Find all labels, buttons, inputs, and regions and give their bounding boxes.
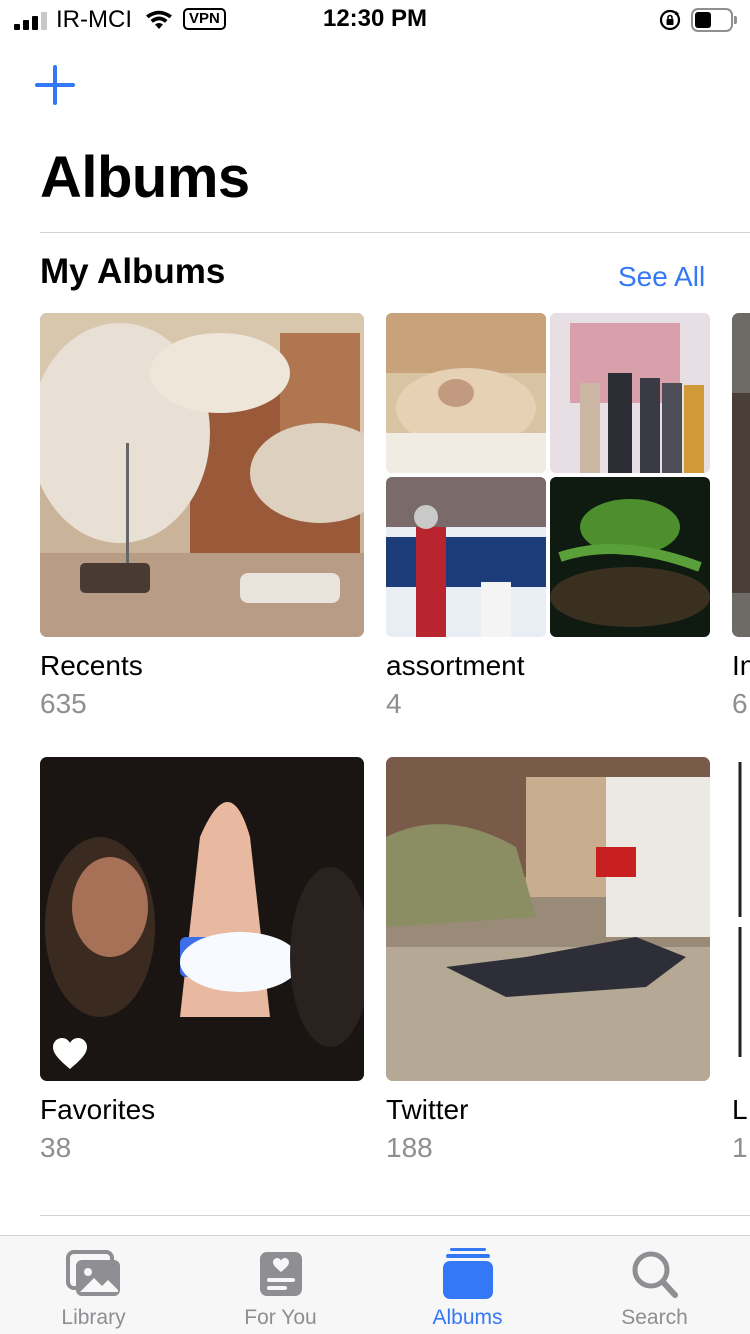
album-partial[interactable]: In 6 xyxy=(732,313,750,721)
album-count: 1 xyxy=(732,1132,748,1163)
album-assortment[interactable]: assortment 4 xyxy=(386,313,710,721)
album-thumbnail xyxy=(732,313,750,637)
orientation-lock-icon xyxy=(659,9,681,31)
album-favorites[interactable]: Favorites 38 xyxy=(40,757,364,1165)
album-count: 635 xyxy=(40,688,87,719)
album-thumbnail-grid xyxy=(386,313,710,637)
album-thumbnail xyxy=(732,757,750,1081)
plus-icon[interactable] xyxy=(32,62,78,108)
divider xyxy=(40,232,750,233)
album-name: In xyxy=(732,650,750,681)
page-title: Albums xyxy=(40,145,250,210)
section-title: My Albums xyxy=(40,252,226,291)
search-icon xyxy=(632,1251,678,1298)
thumbnail-cell xyxy=(550,313,710,473)
album-thumbnail xyxy=(40,313,364,637)
tab-label: For You xyxy=(244,1306,317,1329)
tab-bar: Library For You Albums Search xyxy=(0,1235,750,1334)
album-partial[interactable]: L 1 xyxy=(732,757,750,1165)
tab-label: Library xyxy=(61,1306,126,1329)
album-thumbnail xyxy=(40,757,364,1081)
status-time: 12:30 PM xyxy=(322,5,428,32)
tab-search[interactable]: Search xyxy=(561,1236,748,1334)
album-name: Favorites xyxy=(40,1094,156,1125)
album-count: 4 xyxy=(386,688,402,719)
album-name: L xyxy=(732,1094,748,1125)
battery-icon xyxy=(691,8,737,32)
thumbnail-cell xyxy=(386,313,546,473)
album-count: 6 xyxy=(732,688,748,719)
tab-library[interactable]: Library xyxy=(0,1236,187,1334)
divider xyxy=(40,1215,750,1216)
tab-label: Albums xyxy=(432,1306,503,1329)
status-bar: IR-MCI VPN 12:30 PM xyxy=(0,0,750,40)
see-all-button[interactable]: See All xyxy=(618,261,705,293)
album-name: Twitter xyxy=(386,1094,469,1125)
album-twitter[interactable]: Twitter 188 xyxy=(386,757,710,1165)
albums-stack-icon xyxy=(442,1248,493,1299)
heart-icon xyxy=(53,1038,87,1069)
for-you-icon xyxy=(259,1252,302,1296)
thumbnail-cell xyxy=(386,477,546,637)
tab-for-you[interactable]: For You xyxy=(187,1236,374,1334)
album-thumbnail xyxy=(386,757,710,1081)
tab-albums[interactable]: Albums xyxy=(374,1236,561,1334)
thumbnail-cell xyxy=(550,477,710,637)
album-name: assortment xyxy=(386,650,525,681)
photos-app-screen: IR-MCI VPN 12:30 PM Albums My Albums See… xyxy=(0,0,750,1334)
album-recents[interactable]: Recents 635 xyxy=(40,313,364,721)
album-name: Recents xyxy=(40,650,143,681)
album-count: 188 xyxy=(386,1132,433,1163)
album-count: 38 xyxy=(40,1132,72,1163)
tab-label: Search xyxy=(621,1306,688,1329)
photos-stack-icon xyxy=(65,1250,120,1296)
